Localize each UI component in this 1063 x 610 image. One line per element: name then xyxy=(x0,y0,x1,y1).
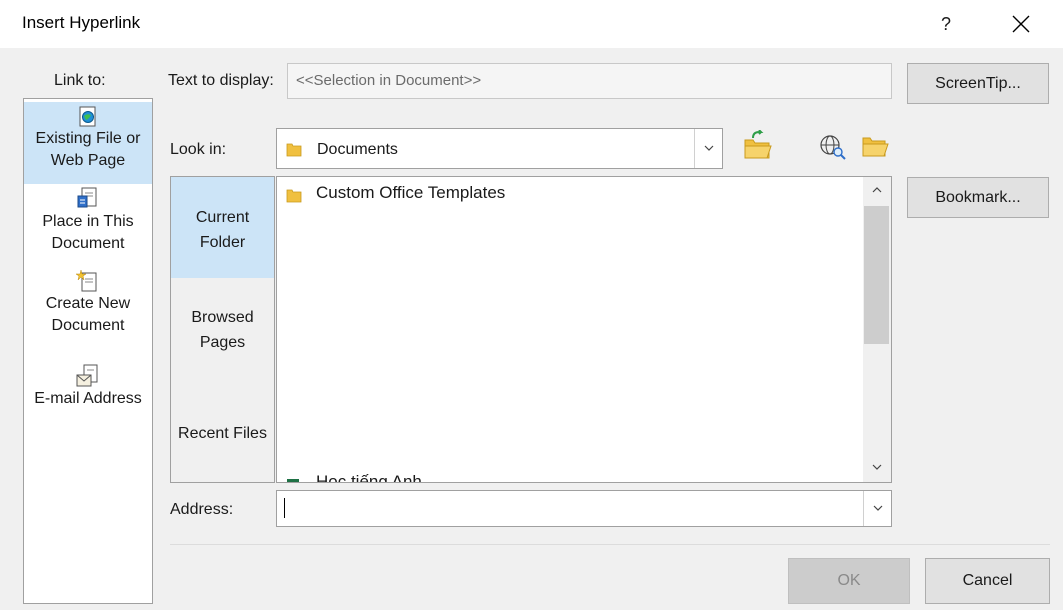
link-item-label: Document xyxy=(51,317,125,334)
link-item-label: E-mail Address xyxy=(34,390,142,407)
cancel-button[interactable]: Cancel xyxy=(925,558,1050,604)
look-in-dropdown[interactable]: Documents xyxy=(276,128,723,169)
address-field[interactable] xyxy=(276,490,892,527)
insert-hyperlink-dialog: Insert Hyperlink ? Link to: Existing Fil… xyxy=(0,0,1063,610)
link-to-email-address[interactable]: E-mail Address xyxy=(24,364,152,424)
place-in-document-icon xyxy=(77,187,97,208)
browse-for-file-button[interactable] xyxy=(858,130,892,162)
nav-label: Browsed xyxy=(191,309,254,326)
nav-label: Current xyxy=(195,209,250,226)
up-folder-icon xyxy=(744,129,772,159)
link-item-label: Place in This xyxy=(42,213,134,230)
address-dropdown-arrow[interactable] xyxy=(863,491,891,526)
link-item-label: Document xyxy=(51,235,125,252)
nav-label: Recent Files xyxy=(178,425,267,442)
scroll-thumb[interactable] xyxy=(864,206,889,344)
title-bar: Insert Hyperlink ? xyxy=(0,0,1063,48)
file-name: Học tiếng Anh xyxy=(316,472,422,483)
link-to-place-in-document[interactable]: Place in This Document xyxy=(24,187,152,267)
text-to-display-label: Text to display: xyxy=(168,72,274,89)
scroll-up-button[interactable] xyxy=(863,177,891,205)
link-item-label: Existing File or xyxy=(35,130,141,147)
excel-file-icon xyxy=(287,479,299,482)
location-nav: Current Folder Browsed Pages Recent File… xyxy=(170,176,275,483)
link-to-create-new-document[interactable]: Create New Document xyxy=(24,269,152,349)
link-to-label: Link to: xyxy=(54,72,106,89)
file-name: Custom Office Templates xyxy=(316,183,506,202)
link-item-label: Create New xyxy=(45,295,131,312)
look-in-value: Documents xyxy=(317,141,398,158)
address-label: Address: xyxy=(170,501,234,518)
look-in-dropdown-arrow[interactable] xyxy=(694,129,722,168)
bookmark-button[interactable]: Bookmark... xyxy=(907,177,1049,218)
dialog-title: Insert Hyperlink xyxy=(22,13,141,32)
look-in-label: Look in: xyxy=(170,141,227,158)
file-list-scrollbar[interactable] xyxy=(863,177,891,482)
folder-icon xyxy=(286,143,302,157)
file-list: Custom Office Templates Học tiếng Anh xyxy=(276,176,892,483)
globe-search-icon xyxy=(820,135,846,160)
nav-current-folder[interactable]: Current Folder xyxy=(171,177,274,278)
link-to-panel: Existing File or Web Page Place in This … xyxy=(23,98,153,604)
folder-icon xyxy=(286,189,302,203)
divider xyxy=(170,544,1050,545)
create-new-document-icon xyxy=(76,269,97,292)
chevron-up-icon xyxy=(872,187,882,193)
chevron-down-icon xyxy=(873,505,883,511)
close-button[interactable] xyxy=(1003,6,1039,42)
chevron-down-icon xyxy=(872,464,882,470)
link-item-label: Web Page xyxy=(50,152,126,169)
text-to-display-field[interactable]: <<Selection in Document>> xyxy=(287,63,892,99)
list-item[interactable]: Học tiếng Anh xyxy=(283,470,483,483)
up-one-folder-button[interactable] xyxy=(741,129,775,162)
screentip-button[interactable]: ScreenTip... xyxy=(907,63,1049,104)
nav-label: Pages xyxy=(199,334,246,351)
link-to-existing-file[interactable]: Existing File or Web Page xyxy=(24,102,152,184)
open-folder-icon xyxy=(862,137,889,157)
nav-label: Folder xyxy=(199,234,246,251)
chevron-down-icon xyxy=(704,145,714,151)
help-button[interactable]: ? xyxy=(928,6,964,42)
close-icon xyxy=(1012,15,1030,33)
nav-browsed-pages[interactable]: Browsed Pages xyxy=(171,305,274,365)
scroll-down-button[interactable] xyxy=(863,454,891,482)
email-address-icon xyxy=(76,364,98,387)
text-caret xyxy=(284,498,285,518)
nav-recent-files[interactable]: Recent Files xyxy=(171,421,274,461)
browse-the-web-button[interactable] xyxy=(816,130,850,162)
ok-button[interactable]: OK xyxy=(788,558,910,604)
existing-file-icon xyxy=(79,106,96,127)
